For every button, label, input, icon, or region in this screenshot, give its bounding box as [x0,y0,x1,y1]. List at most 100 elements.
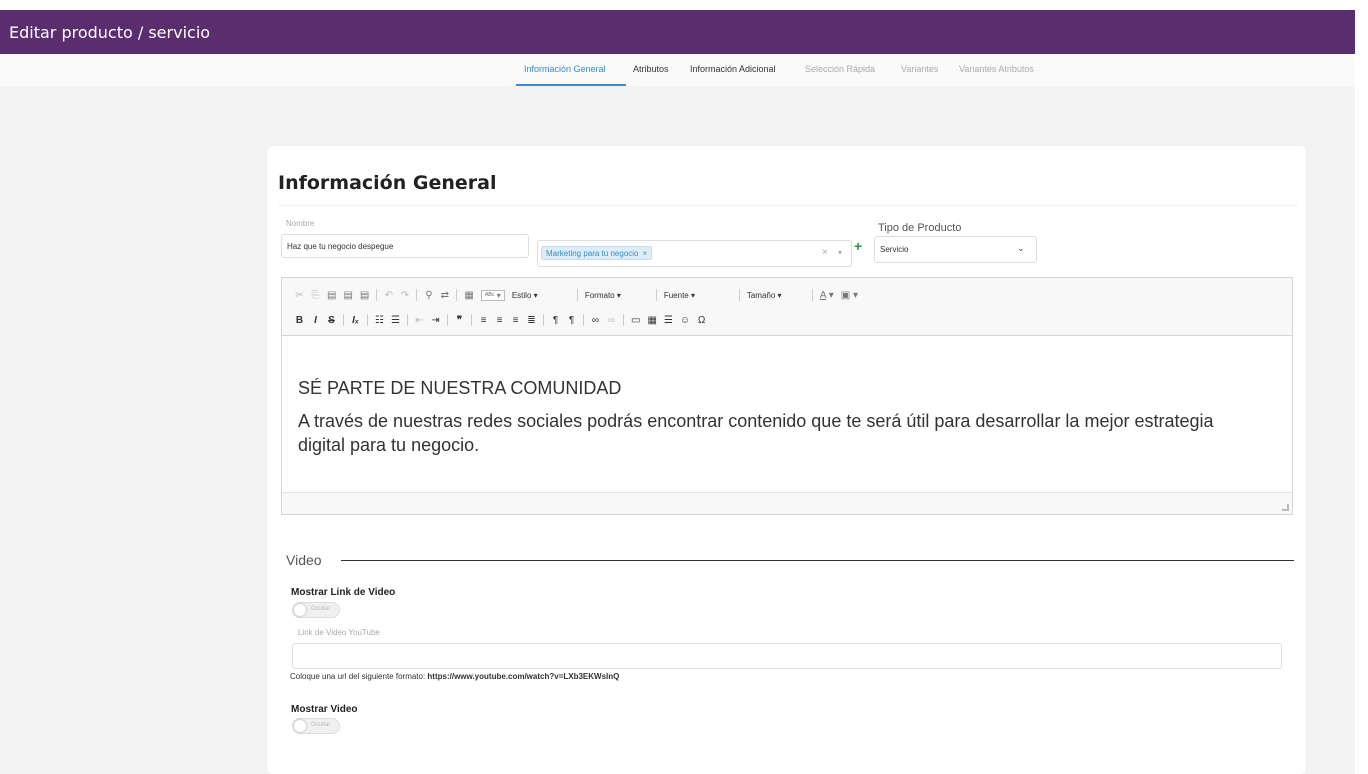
toolbar-separator [416,289,418,301]
chevron-down-icon[interactable]: ⌄ [1017,243,1025,254]
toolbar-separator [576,289,578,301]
paste-text-icon[interactable]: ▤ [343,290,352,301]
toolbar-separator [376,289,378,301]
toolbar-separator [655,289,657,301]
size-combo-label: Tamaño [746,290,776,300]
tipo-producto-value: Servicio [880,245,909,254]
tab-informacion-general[interactable]: Información General [524,64,606,74]
cut-icon[interactable]: ✂ [295,290,304,301]
categoria-tag-label: Marketing para tu negocio [546,248,639,258]
link-video-label: Link de Video YouTube [298,628,380,637]
format-combo-label: Formato [584,290,615,300]
indent-icon[interactable]: ⇥ [431,315,440,326]
help-text-prefix: Coloque una url del siguiente formato: [290,672,428,681]
mostrar-link-label: Mostrar Link de Video [291,587,396,598]
copy-icon[interactable]: ⎘ [311,290,320,301]
nombre-value: Haz que tu negocio despegue [287,241,394,251]
bold-icon[interactable]: B [295,315,304,326]
nombre-label: Nombre [286,219,315,228]
editor-toolbar-row-1: ✂ ⎘ ▤ ▤ ▤ ↶ ↷ ⚲ ⇄ ▦ ᴬᴮᶜ ▾ Estilo ▾ Forma… [295,287,858,303]
video-section-title: Video [286,552,322,568]
title-divider [278,205,1298,206]
paste-word-icon[interactable]: ▤ [360,290,369,301]
size-combo[interactable]: Tamaño ▾ [747,291,805,300]
bg-color-icon[interactable]: ▣ ▾ [841,290,858,301]
header-bar: Editar producto / servicio [0,10,1355,54]
remove-format-icon[interactable]: Iₓ [351,315,360,326]
toolbar-separator [447,314,448,326]
editor-content[interactable]: SÉ PARTE DE NUESTRA COMUNIDAD A través d… [282,336,1292,494]
blockquote-icon[interactable]: ❞ [455,315,464,326]
align-left-icon[interactable]: ≡ [479,315,488,326]
bulleted-list-icon[interactable]: ☰ [391,315,400,326]
editor-status-bar [282,492,1292,514]
toolbar-separator [543,314,544,326]
toolbar-separator [471,314,472,326]
toolbar-separator [811,289,813,301]
unlink-icon[interactable]: ∞ [607,315,616,326]
rtl-icon[interactable]: ¶ [567,315,576,326]
italic-icon[interactable]: I [311,315,320,326]
select-all-icon[interactable]: ▦ [464,290,473,301]
horizontal-rule-icon[interactable]: ☰ [664,315,673,326]
toggle-text: Ocultar [311,722,331,728]
redo-icon[interactable]: ↷ [400,290,409,301]
editor-paragraph: A través de nuestras redes sociales podr… [298,411,1214,455]
tab-informacion-adicional[interactable]: Información Adicional [690,64,776,74]
editor-toolbar-row-2: B I S Iₓ ☷ ☰ ⇤ ⇥ ❞ ≡ ≡ ≡ ≣ ¶ ¶ ∞ ∞ ▭ ▦ ☰… [295,312,706,328]
toolbar-separator [343,314,344,326]
tab-atributos[interactable]: Atributos [633,64,669,74]
toolbar-separator [367,314,368,326]
smiley-icon[interactable]: ☺ [680,315,690,326]
text-color-icon[interactable]: A ▾ [820,290,834,301]
add-category-button[interactable]: + [854,238,862,254]
editor-toolbar: ✂ ⎘ ▤ ▤ ▤ ↶ ↷ ⚲ ⇄ ▦ ᴬᴮᶜ ▾ Estilo ▾ Forma… [282,278,1292,336]
video-section-divider [341,560,1294,561]
image-icon[interactable]: ▭ [631,315,640,326]
editor-heading: SÉ PARTE DE NUESTRA COMUNIDAD [298,378,622,398]
align-center-icon[interactable]: ≡ [495,315,504,326]
mostrar-link-toggle[interactable]: Ocultar [292,602,340,618]
special-char-icon[interactable]: Ω [697,315,706,326]
font-combo[interactable]: Fuente ▾ [664,291,732,300]
tipo-producto-select[interactable]: Servicio [874,236,1037,263]
strike-icon[interactable]: S [327,315,336,326]
style-combo[interactable]: Estilo ▾ [512,291,570,300]
ltr-icon[interactable]: ¶ [551,315,560,326]
toggle-knob [294,720,306,732]
clear-selection-icon[interactable]: × [822,247,828,258]
link-icon[interactable]: ∞ [591,315,600,326]
tab-variantes-atributos[interactable]: Variantes Atributos [959,64,1034,74]
find-icon[interactable]: ⚲ [424,290,433,301]
outdent-icon[interactable]: ⇤ [415,315,424,326]
paste-icon[interactable]: ▤ [327,290,336,301]
chevron-down-icon[interactable]: ▾ [838,248,842,257]
mostrar-video-label: Mostrar Video [291,704,358,715]
nombre-input[interactable]: Haz que tu negocio despegue [281,234,529,258]
link-video-input[interactable] [292,643,1282,669]
toolbar-separator [407,314,408,326]
video-url-help: Coloque una url del siguiente formato: h… [290,672,619,681]
tab-seleccion-rapida[interactable]: Selección Rápida [805,64,875,74]
toggle-knob [294,604,306,616]
tab-variantes[interactable]: Variantes [901,64,938,74]
undo-icon[interactable]: ↶ [384,290,393,301]
format-combo[interactable]: Formato ▾ [585,291,649,300]
table-icon[interactable]: ▦ [647,315,656,326]
toolbar-separator [738,289,740,301]
justify-icon[interactable]: ≣ [527,315,536,326]
rich-text-editor: ✂ ⎘ ▤ ▤ ▤ ↶ ↷ ⚲ ⇄ ▦ ᴬᴮᶜ ▾ Estilo ▾ Forma… [281,277,1293,515]
tag-remove-icon[interactable]: × [643,249,648,258]
toolbar-separator [583,314,584,326]
mostrar-video-toggle[interactable]: Ocultar [292,718,340,734]
resize-handle-icon[interactable] [1282,504,1289,511]
card-title: Información General [278,172,497,194]
help-example-url: https://www.youtube.com/watch?v=LXb3EKWs… [427,672,620,681]
spellcheck-icon[interactable]: ᴬᴮᶜ ▾ [480,289,505,301]
active-tab-indicator [516,84,626,86]
align-right-icon[interactable]: ≡ [511,315,520,326]
categoria-tag: Marketing para tu negocio × [541,246,653,260]
replace-icon[interactable]: ⇄ [440,290,449,301]
style-combo-label: Estilo [511,290,532,300]
numbered-list-icon[interactable]: ☷ [375,315,384,326]
